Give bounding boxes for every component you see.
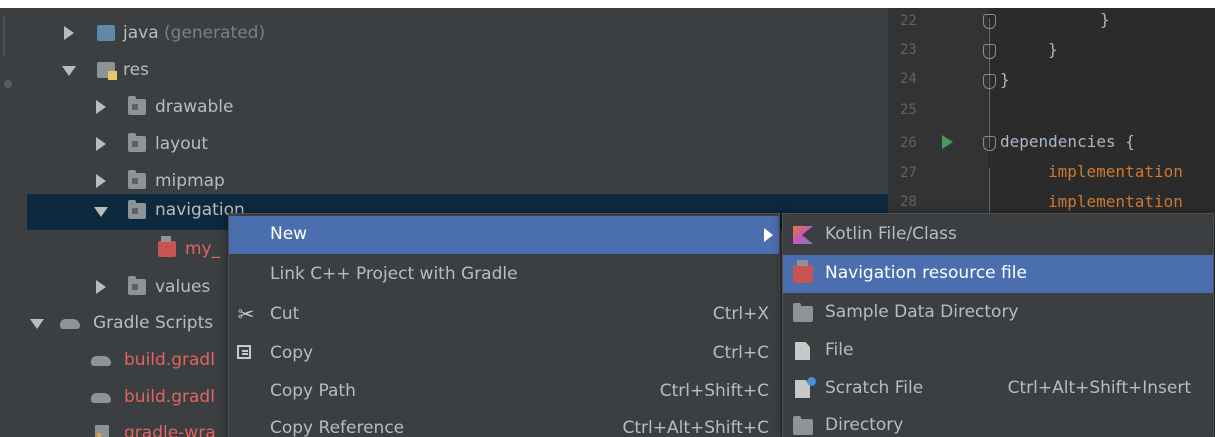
folder-icon — [128, 133, 146, 152]
tree-item-label: java — [123, 23, 159, 43]
fold-marker-icon[interactable] — [983, 136, 996, 151]
tree-item-label: mipmap — [155, 171, 225, 191]
kotlin-icon — [793, 226, 813, 244]
run-gutter-icon[interactable] — [942, 135, 953, 149]
folder-icon — [793, 303, 813, 322]
submenu-item-label: File — [825, 340, 854, 360]
gradle-icon — [91, 389, 111, 405]
menu-item-copy-reference[interactable]: Copy Reference Ctrl+Alt+Shift+C — [229, 410, 779, 437]
submenu-item-label: Navigation resource file — [825, 263, 1027, 283]
res-folder-icon — [97, 62, 117, 80]
tree-row-layout[interactable]: layout — [27, 127, 888, 163]
tree-row-java[interactable]: java (generated) — [27, 16, 888, 52]
line-number: 25 — [900, 102, 917, 118]
line-number: 26 — [900, 135, 917, 151]
tree-item-label: res — [123, 60, 149, 80]
tool-strip-marker-icon — [4, 80, 12, 88]
gradle-icon — [60, 315, 80, 331]
menu-item-link-cpp[interactable]: Link C++ Project with Gradle — [229, 256, 779, 294]
collapse-arrow-icon[interactable] — [62, 66, 76, 76]
java-folder-icon — [97, 25, 115, 41]
submenu-item-navigation-resource[interactable]: Navigation resource file — [783, 255, 1213, 293]
code-line: } — [1000, 70, 1010, 89]
line-number: 28 — [900, 194, 917, 210]
new-submenu: Kotlin File/Class Navigation resource fi… — [782, 213, 1214, 437]
submenu-item-sample-data[interactable]: Sample Data Directory — [783, 294, 1213, 332]
expand-arrow-icon[interactable] — [64, 26, 74, 40]
tree-row-res[interactable]: res — [27, 53, 888, 89]
menu-item-shortcut: Ctrl+Shift+C — [659, 381, 769, 401]
folder-icon — [128, 200, 146, 219]
copy-icon — [237, 345, 251, 359]
expand-arrow-icon[interactable] — [96, 137, 106, 151]
folder-icon — [128, 276, 146, 295]
line-number: 22 — [900, 13, 917, 29]
line-number: 27 — [900, 165, 917, 181]
line-number: 24 — [900, 71, 917, 87]
collapse-arrow-icon[interactable] — [30, 319, 44, 329]
submenu-item-file[interactable]: File — [783, 332, 1213, 370]
fold-marker-icon[interactable] — [983, 44, 996, 59]
menu-item-label: Link C++ Project with Gradle — [270, 264, 518, 284]
left-tool-strip — [0, 8, 28, 437]
tree-item-label: gradle-wra — [124, 423, 216, 437]
menu-item-label: New — [270, 224, 308, 244]
context-menu: New Link C++ Project with Gradle ✂ Cut C… — [228, 213, 780, 437]
fold-marker-icon[interactable] — [983, 14, 996, 29]
line-number: 23 — [900, 42, 917, 58]
menu-item-label: Copy Path — [270, 381, 356, 401]
submenu-item-label: Kotlin File/Class — [825, 224, 957, 244]
code-line: dependencies { — [1000, 132, 1135, 151]
submenu-arrow-icon — [764, 228, 773, 242]
menu-item-shortcut: Ctrl+Alt+Shift+C — [622, 418, 769, 437]
expand-arrow-icon[interactable] — [96, 174, 106, 188]
folder-icon — [128, 96, 146, 115]
menu-item-label: Copy Reference — [270, 418, 405, 437]
tree-item-label: layout — [155, 134, 209, 154]
submenu-item-label: Scratch File — [825, 378, 924, 398]
code-line: implementation — [1048, 162, 1183, 181]
gradle-icon — [91, 352, 111, 368]
expand-arrow-icon[interactable] — [96, 100, 106, 114]
submenu-item-kotlin[interactable]: Kotlin File/Class — [783, 216, 1213, 254]
code-line: } — [1048, 40, 1058, 59]
scratch-badge-icon — [807, 377, 816, 386]
menu-item-label: Cut — [270, 304, 300, 324]
submenu-item-scratch-file[interactable]: Scratch File Ctrl+Alt+Shift+Insert — [783, 370, 1213, 408]
fold-marker-icon[interactable] — [983, 74, 996, 89]
menu-item-shortcut: Ctrl+C — [712, 343, 769, 363]
tree-item-label: drawable — [155, 97, 234, 117]
submenu-item-directory[interactable]: Directory — [783, 407, 1213, 437]
submenu-item-shortcut: Ctrl+Alt+Shift+Insert — [1007, 378, 1191, 398]
scissors-icon: ✂ — [237, 302, 255, 326]
navigation-file-icon — [793, 260, 813, 283]
tree-item-suffix: (generated) — [158, 23, 266, 43]
submenu-item-label: Sample Data Directory — [825, 302, 1019, 322]
code-line: } — [1100, 10, 1110, 29]
folder-icon — [793, 416, 813, 435]
navigation-file-icon — [158, 236, 176, 257]
menu-item-shortcut: Ctrl+X — [712, 304, 769, 324]
expand-arrow-icon[interactable] — [96, 280, 106, 294]
menu-item-cut[interactable]: ✂ Cut Ctrl+X — [229, 296, 779, 334]
tree-row-drawable[interactable]: drawable — [27, 90, 888, 126]
tree-item-label: values — [155, 277, 211, 297]
file-icon — [795, 342, 810, 360]
folder-icon — [128, 170, 146, 189]
menu-item-label: Copy — [270, 343, 314, 363]
tree-item-label: build.gradl — [124, 350, 215, 370]
ide-window: java (generated) res drawable layout mip… — [0, 8, 1215, 437]
menu-item-copy-path[interactable]: Copy Path Ctrl+Shift+C — [229, 373, 779, 411]
submenu-item-label: Directory — [825, 415, 904, 435]
tree-item-label: Gradle Scripts — [93, 313, 214, 333]
code-line: implementation — [1048, 192, 1183, 211]
project-tool-tab[interactable] — [3, 16, 17, 56]
menu-item-copy[interactable]: Copy Ctrl+C — [229, 335, 779, 373]
properties-file-icon — [95, 425, 109, 437]
menu-item-new[interactable]: New — [229, 216, 779, 254]
collapse-arrow-icon[interactable] — [94, 207, 108, 217]
tree-item-label: my_ — [185, 239, 221, 259]
tree-item-label: build.gradl — [124, 387, 215, 407]
